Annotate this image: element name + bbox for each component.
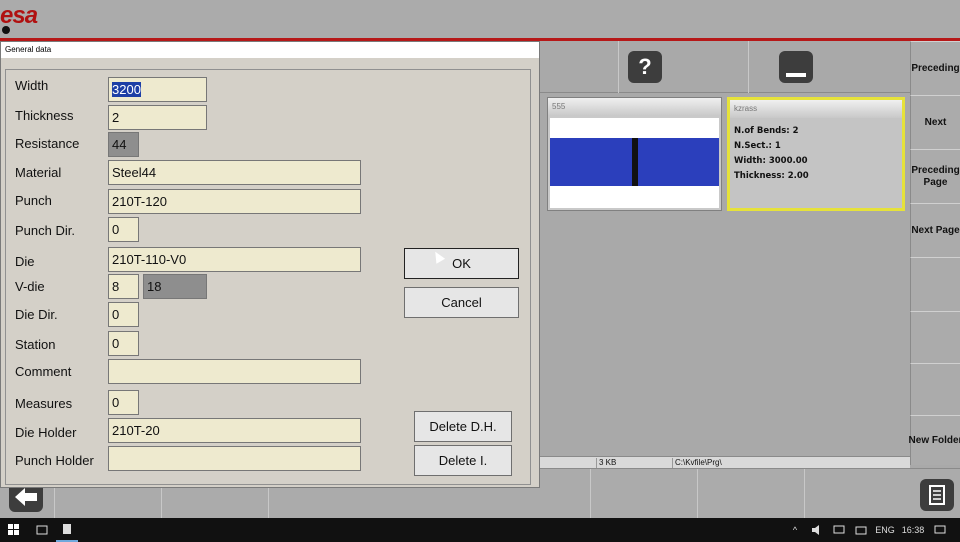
comment-label: Comment [15,364,72,379]
logo-mark-icon [2,26,10,34]
width-info: Width: 3000.00 [734,156,808,166]
width-label: Width [15,78,49,93]
card-caption: kzrass [730,100,902,118]
die-holder-label: Die Holder [15,425,77,440]
help-icon: ? [638,54,652,79]
program-card-555[interactable]: 555 [547,97,722,211]
tray-expand-icon[interactable]: ^ [788,518,802,542]
station-label: Station [15,337,56,352]
network-icon[interactable] [830,518,848,542]
toolbar-divider [748,41,749,93]
toolbar-divider [618,41,619,93]
thickness-label: Thickness [15,108,74,123]
new-folder-label: New Folder [908,434,960,446]
part-preview-top [550,118,719,138]
width-field[interactable]: 3200 [108,77,207,102]
keyboard-icon[interactable] [852,518,870,542]
taskbar-app-button[interactable] [56,518,78,542]
network-monitor-icon [833,525,845,534]
punch-dir-label: Punch Dir. [15,223,75,238]
bottom-divider [804,469,805,519]
program-card-kzrass[interactable]: kzrass N.of Bends: 2 N.Sect.: 1 Width: 3… [727,97,905,211]
preceding-page-label: Preceding Page [911,164,960,188]
toolbar: ? [540,41,910,93]
die-label: Die [15,254,35,269]
preceding-label: Preceding [911,62,960,74]
cancel-button[interactable]: Cancel [404,287,519,318]
language-indicator[interactable]: ENG [874,518,896,542]
delete-i-button[interactable]: Delete I. [414,445,512,476]
v-die-opening-field: 18 [143,274,207,299]
punch-label: Punch [15,193,52,208]
width-value: 3200 [112,82,141,97]
sections-count: N.Sect.: 1 [734,141,781,151]
taskbar: ^ ENG 16:38 [0,518,960,542]
new-folder-button[interactable]: New Folder [908,415,960,465]
measures-field[interactable]: 0 [108,390,139,415]
v-die-label: V-die [15,279,45,294]
ok-button[interactable]: OK [404,248,519,279]
task-view-icon [36,525,48,535]
card-caption: 555 [548,98,721,116]
next-label: Next [924,116,947,128]
station-field[interactable]: 0 [108,331,139,356]
die-holder-field[interactable]: 210T-20 [108,418,361,443]
document-icon [929,485,945,505]
sidenav-empty-slot[interactable] [910,363,960,415]
bends-count: N.of Bends: 2 [734,126,799,136]
part-preview-bottom [550,186,719,208]
part-preview-bend-line [632,138,638,186]
measures-label: Measures [15,396,73,411]
resistance-label: Resistance [15,136,80,151]
help-button[interactable]: ? [628,51,662,83]
dialog-title: General data [1,42,539,58]
minimize-button[interactable] [779,51,813,83]
top-bar: esa [0,0,960,38]
volume-icon[interactable] [808,518,826,542]
punch-holder-field[interactable] [108,446,361,471]
app-icon [63,524,71,534]
material-field[interactable]: Steel44 [108,160,361,185]
material-label: Material [15,165,62,180]
next-button[interactable]: Next [910,95,960,149]
preceding-button[interactable]: Preceding [910,41,960,95]
die-field[interactable]: 210T-110-V0 [108,247,361,272]
bottom-divider [697,469,698,519]
preceding-page-button[interactable]: Preceding Page [910,149,960,203]
speaker-icon [812,525,819,535]
die-dir-field[interactable]: 0 [108,302,139,327]
general-data-dialog: General data Width Thickness Resistance … [0,41,540,488]
punch-holder-label: Punch Holder [15,453,94,468]
minimize-icon [786,73,806,77]
next-page-button[interactable]: Next Page [910,203,960,257]
next-page-label: Next Page [911,224,960,236]
windows-icon [8,524,19,535]
start-button[interactable] [0,518,28,542]
comment-field[interactable] [108,359,361,384]
punch-field[interactable]: 210T-120 [108,189,361,214]
thickness-field[interactable]: 2 [108,105,207,130]
notifications-button[interactable] [930,518,950,542]
side-navigation: Preceding Next Preceding Page Next Page … [908,41,960,465]
task-view-button[interactable] [30,518,54,542]
sidenav-empty-slot[interactable] [910,257,960,311]
status-bar: 3 KB C:\Kvfile\Prg\ [540,456,910,469]
bottom-divider [590,469,591,519]
keyboard-layout-icon [855,526,867,534]
v-die-field[interactable]: 8 [108,274,139,299]
resistance-field: 44 [108,132,139,157]
punch-dir-field[interactable]: 0 [108,217,139,242]
delete-die-holder-button[interactable]: Delete D.H. [414,411,512,442]
die-dir-label: Die Dir. [15,307,58,322]
document-button[interactable] [920,479,954,511]
clock[interactable]: 16:38 [900,518,926,542]
thickness-info: Thickness: 2.00 [734,171,809,181]
sidenav-empty-slot[interactable] [910,311,960,363]
notification-icon [934,525,946,534]
card-info: N.of Bends: 2 N.Sect.: 1 Width: 3000.00 … [734,124,809,184]
